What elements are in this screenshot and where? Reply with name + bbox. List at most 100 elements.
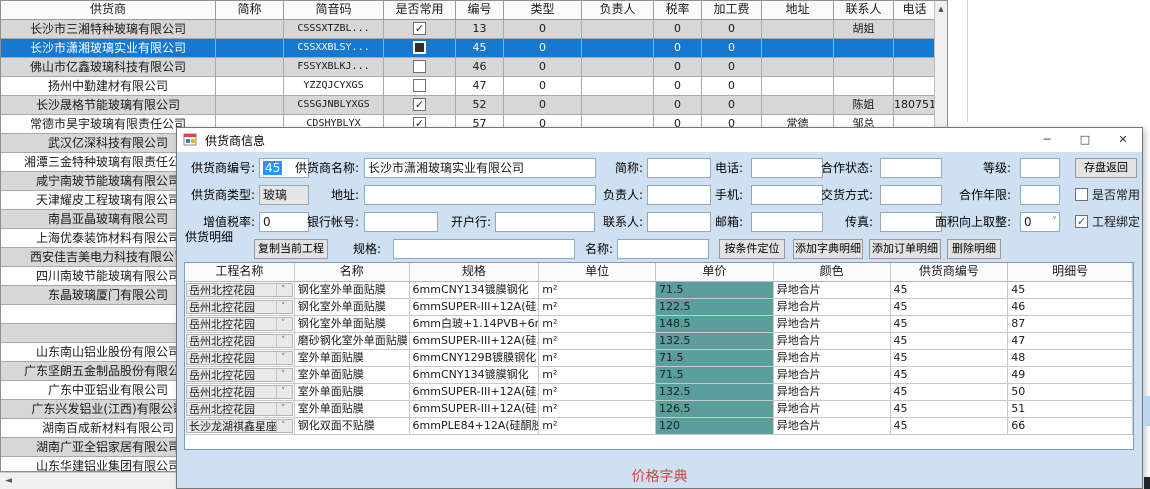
column-header[interactable]: 简称 bbox=[216, 1, 284, 19]
supplier-cell[interactable]: 长沙晟格节能玻璃有限公司 bbox=[1, 96, 216, 115]
add-order-detail-button[interactable]: 添加订单明细 bbox=[869, 239, 941, 259]
column-header[interactable]: 名称 bbox=[295, 263, 410, 281]
detail-cell[interactable]: 6mm白玻+1.14PVB+6mm... bbox=[410, 316, 540, 333]
supplier-cell[interactable]: 0 bbox=[504, 77, 582, 96]
detail-cell[interactable]: 45 bbox=[891, 418, 1009, 435]
locate-button[interactable]: 按条件定位 bbox=[719, 239, 785, 259]
detail-cell[interactable]: 室外单面贴膜 bbox=[295, 350, 410, 367]
supplier-cell[interactable]: 陈姐 bbox=[834, 96, 894, 115]
detail-cell[interactable]: 室外单面贴膜 bbox=[295, 384, 410, 401]
project-bind-checkbox[interactable]: ✓工程绑定 bbox=[1075, 212, 1140, 232]
address-input[interactable] bbox=[364, 185, 596, 205]
detail-cell[interactable]: 132.5 bbox=[656, 384, 774, 401]
supplier-cell[interactable]: 0 bbox=[654, 20, 702, 39]
supplier-row[interactable]: 佛山市亿鑫玻璃科技有限公司FSSYXBLKJ...46000 bbox=[1, 58, 947, 77]
column-header[interactable]: 供货商编号 bbox=[891, 263, 1009, 281]
supplier-row[interactable]: 长沙晟格节能玻璃有限公司CSSGJNBLYXGS✓52000陈姐180751 bbox=[1, 96, 947, 115]
supplier-cell[interactable]: 0 bbox=[654, 77, 702, 96]
detail-cell[interactable]: 室外单面贴膜 bbox=[295, 401, 410, 418]
chevron-down-icon[interactable]: ˅ bbox=[276, 352, 290, 364]
supplier-row[interactable]: 长沙市三湘特种玻璃有限公司CSSSXTZBL...✓13000胡姐 bbox=[1, 20, 947, 39]
chevron-down-icon[interactable]: ˅ bbox=[276, 369, 290, 381]
detail-cell[interactable]: 46 bbox=[1008, 299, 1133, 316]
supplier-cell[interactable]: 0 bbox=[504, 39, 582, 58]
supplier-cell[interactable]: CSSGJNBLYXGS bbox=[284, 96, 384, 115]
detail-cell[interactable]: 钢化双面不贴膜 bbox=[295, 418, 410, 435]
checkbox-unchecked-icon[interactable] bbox=[413, 60, 426, 73]
detail-cell[interactable]: m² bbox=[539, 316, 656, 333]
detail-cell[interactable]: 47 bbox=[1008, 333, 1133, 350]
detail-cell[interactable]: 钢化室外单面贴膜 bbox=[295, 282, 410, 299]
supplier-cell[interactable] bbox=[762, 96, 834, 115]
detail-cell[interactable]: 6mmCNY129B镀膜钢化 bbox=[410, 350, 540, 367]
detail-cell[interactable]: m² bbox=[539, 350, 656, 367]
supplier-cell[interactable]: 46 bbox=[456, 58, 504, 77]
column-header[interactable]: 单位 bbox=[539, 263, 656, 281]
supplier-cell[interactable] bbox=[582, 20, 654, 39]
supplier-cell[interactable] bbox=[216, 96, 284, 115]
column-header[interactable]: 规格 bbox=[410, 263, 540, 281]
name-filter-input[interactable] bbox=[617, 239, 709, 259]
project-combobox[interactable]: 岳州北控花园˅ bbox=[185, 384, 295, 401]
column-header[interactable]: 单价 bbox=[656, 263, 774, 281]
detail-cell[interactable]: 异地合片 bbox=[774, 282, 891, 299]
detail-row[interactable]: 长沙龙湖祺鑫星座˅钢化双面不贴膜6mmPLE84+12A(硅酮胶...m²120… bbox=[185, 418, 1133, 435]
detail-cell[interactable]: 45 bbox=[891, 384, 1009, 401]
supplier-cell[interactable]: 0 bbox=[654, 58, 702, 77]
detail-cell[interactable]: 87 bbox=[1008, 316, 1133, 333]
supplier-cell[interactable]: 0 bbox=[504, 20, 582, 39]
detail-cell[interactable]: 异地合片 bbox=[774, 418, 891, 435]
delete-detail-button[interactable]: 删除明细 bbox=[947, 239, 1001, 259]
project-combobox[interactable]: 岳州北控花园˅ bbox=[185, 316, 295, 333]
detail-cell[interactable]: 50 bbox=[1008, 384, 1133, 401]
project-combobox[interactable]: 岳州北控花园˅ bbox=[185, 401, 295, 418]
column-header[interactable]: 地址 bbox=[762, 1, 834, 19]
supplier-cell[interactable] bbox=[216, 39, 284, 58]
project-combobox[interactable]: 岳州北控花园˅ bbox=[185, 333, 295, 350]
column-header[interactable]: 供货商 bbox=[1, 1, 216, 19]
detail-cell[interactable]: 钢化室外单面贴膜 bbox=[295, 316, 410, 333]
copy-project-button[interactable]: 复制当前工程 bbox=[254, 239, 328, 259]
minimize-icon[interactable]: ─ bbox=[1028, 128, 1066, 152]
scroll-left-icon[interactable]: ◄ bbox=[0, 473, 17, 489]
detail-cell[interactable]: m² bbox=[539, 384, 656, 401]
detail-cell[interactable]: 45 bbox=[891, 333, 1009, 350]
chevron-down-icon[interactable]: ˅ bbox=[276, 386, 290, 398]
supplier-cell[interactable]: 47 bbox=[456, 77, 504, 96]
detail-cell[interactable]: m² bbox=[539, 333, 656, 350]
detail-cell[interactable]: 异地合片 bbox=[774, 333, 891, 350]
supplier-cell[interactable]: 0 bbox=[702, 39, 762, 58]
detail-row[interactable]: 岳州北控花园˅室外单面贴膜6mmCNY129B镀膜钢化m²71.5异地合片454… bbox=[185, 350, 1133, 367]
chevron-down-icon[interactable]: ˅ bbox=[276, 284, 290, 296]
chevron-down-icon[interactable]: ˅ bbox=[276, 420, 290, 432]
supplier-cell[interactable]: FSSYXBLKJ... bbox=[284, 58, 384, 77]
supplier-cell[interactable] bbox=[894, 58, 936, 77]
detail-row[interactable]: 岳州北控花园˅钢化室外单面贴膜6mmSUPER-III+12A(硅...m²12… bbox=[185, 299, 1133, 316]
detail-cell[interactable]: 45 bbox=[891, 350, 1009, 367]
scroll-up-icon[interactable]: ▲ bbox=[935, 1, 947, 17]
chevron-down-icon[interactable]: ˅ bbox=[276, 301, 290, 313]
detail-cell[interactable]: m² bbox=[539, 418, 656, 435]
project-combobox[interactable]: 长沙龙湖祺鑫星座˅ bbox=[185, 418, 295, 435]
detail-cell[interactable]: 45 bbox=[891, 282, 1009, 299]
detail-cell[interactable]: 66 bbox=[1008, 418, 1133, 435]
detail-cell[interactable]: 48 bbox=[1008, 350, 1133, 367]
chevron-down-icon[interactable]: ˅ bbox=[276, 335, 290, 347]
column-header[interactable]: 明细号 bbox=[1008, 263, 1133, 281]
detail-cell[interactable]: 异地合片 bbox=[774, 367, 891, 384]
column-header[interactable]: 是否常用 bbox=[384, 1, 456, 19]
supplier-row[interactable]: 长沙市潇湘玻璃实业有限公司CSSXXBLSY...45000 bbox=[1, 39, 947, 58]
dialog-titlebar[interactable]: 供货商信息 ─ □ ✕ bbox=[177, 128, 1142, 152]
detail-row[interactable]: 岳州北控花园˅磨砂钢化室外单面贴膜6mmSUPER-III+12A(硅...m²… bbox=[185, 333, 1133, 350]
supplier-cell[interactable]: 佛山市亿鑫玻璃科技有限公司 bbox=[1, 58, 216, 77]
project-combobox[interactable]: 岳州北控花园˅ bbox=[185, 282, 295, 299]
detail-cell[interactable]: 6mmPLE84+12A(硅酮胶... bbox=[410, 418, 540, 435]
project-combobox[interactable]: 岳州北控花园˅ bbox=[185, 299, 295, 316]
supplier-cell[interactable] bbox=[894, 77, 936, 96]
detail-cell[interactable]: 异地合片 bbox=[774, 384, 891, 401]
save-return-button[interactable]: 存盘返回 bbox=[1075, 158, 1137, 178]
supplier-cell[interactable]: 45 bbox=[456, 39, 504, 58]
detail-cell[interactable]: 异地合片 bbox=[774, 316, 891, 333]
column-header[interactable]: 电话 bbox=[894, 1, 936, 19]
checkbox-unchecked-icon[interactable] bbox=[413, 79, 426, 92]
